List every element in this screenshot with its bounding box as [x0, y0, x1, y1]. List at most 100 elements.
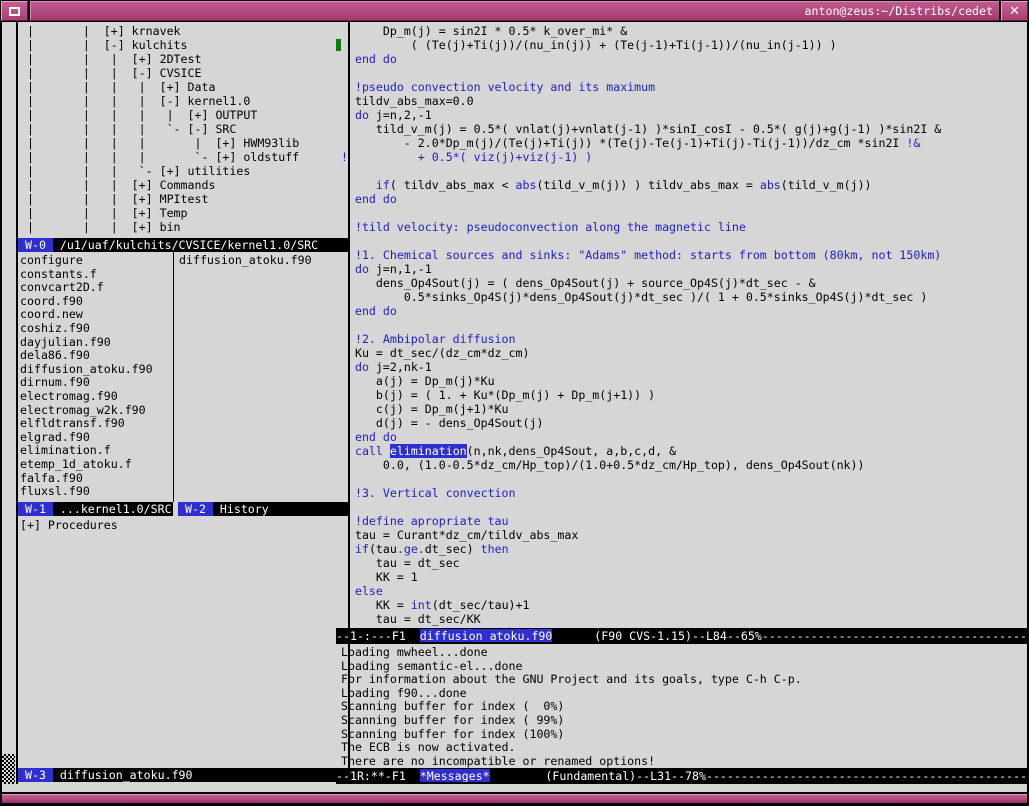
code-line[interactable]: do j=n,1,-1	[341, 262, 1027, 276]
message-line[interactable]: There are no incompatible or renamed opt…	[341, 755, 1027, 768]
source-file-item[interactable]: dela86.f90	[20, 349, 173, 363]
source-file-item[interactable]: coshiz.f90	[20, 322, 173, 336]
code-line[interactable]: tau = dt_sec	[341, 556, 1027, 570]
directory-tree-item[interactable]: | | | [+] Temp	[20, 206, 348, 220]
ecb-directories-label-bar[interactable]: W-0 /u1/uaf/kulchits/CVSICE/kernel1.0/SR…	[18, 238, 348, 252]
ecb-methods-window[interactable]: [+] Procedures	[18, 516, 348, 768]
code-line[interactable]: !2. Ambipolar diffusion	[341, 332, 1027, 346]
code-line[interactable]: Dp_m(j) = sin2I * 0.5* k_over_mi* &	[341, 24, 1027, 38]
code-line[interactable]: dens_Op4Sout(j) = ( dens_Op4Sout(j) + so…	[341, 276, 1027, 290]
history-item[interactable]: diffusion_atoku.f90	[179, 254, 348, 268]
message-line[interactable]: Loading mwheel...done	[341, 646, 1027, 660]
directory-tree-item[interactable]: | | | | `- [+] oldstuff	[20, 150, 348, 164]
ecb-history-label-bar[interactable]: W-2 History	[178, 502, 348, 516]
titlebar[interactable]: anton@zeus:~/Distribs/cedet ✕	[0, 0, 1029, 22]
code-line[interactable]: !pseudo convection velocity and its maxi…	[341, 80, 1027, 94]
source-file-item[interactable]: constants.f	[20, 268, 173, 282]
code-line[interactable]	[341, 472, 1027, 486]
code-line[interactable]: KK = 1	[341, 570, 1027, 584]
code-line[interactable]: c(j) = Dp_m(j+1)*Ku	[341, 402, 1027, 416]
code-line[interactable]	[341, 66, 1027, 80]
code-line[interactable]: Ku = dt_sec/(dz_cm*dz_cm)	[341, 346, 1027, 360]
directory-tree-item[interactable]: | | [+] krnavek	[20, 24, 348, 38]
code-line[interactable]: 0.0, (1.0-0.5*dz_cm/Hp_top)/(1.0+0.5*dz_…	[341, 458, 1027, 472]
code-line[interactable]: 0.5*sinks_Op4S(j)*dens_Op4Sout(j)*dt_sec…	[341, 290, 1027, 304]
code-line[interactable]: !tild velocity: pseudoconvection along t…	[341, 220, 1027, 234]
source-file-item[interactable]: fluxsl.f90	[20, 485, 173, 499]
code-line[interactable]	[341, 234, 1027, 248]
window-menu-button[interactable]	[1, 1, 28, 21]
code-line[interactable]: tild_v_m(j) = 0.5*( vnlat(j)+vnlat(j-1) …	[341, 122, 1027, 136]
code-line[interactable]	[341, 206, 1027, 220]
code-line[interactable]: do j=n,2,-1	[341, 108, 1027, 122]
ecb-history-window[interactable]: diffusion_atoku.f90	[175, 252, 348, 502]
directory-tree-item[interactable]: | | | [+] Commands	[20, 178, 348, 192]
code-line[interactable]: do j=2,nk-1	[341, 360, 1027, 374]
titlebar-drag-area[interactable]: anton@zeus:~/Distribs/cedet	[30, 1, 999, 21]
code-line[interactable]: end do	[341, 430, 1027, 444]
code-line[interactable]: KK = int(dt_sec/tau)+1	[341, 598, 1027, 612]
directory-tree-item[interactable]: | | | | [+] Data	[20, 80, 348, 94]
directory-tree-item[interactable]: | | [-] kulchits	[20, 38, 348, 52]
code-line[interactable]: tau = dt_sec/KK	[341, 612, 1027, 626]
code-line[interactable]	[341, 318, 1027, 332]
source-file-item[interactable]: dayjulian.f90	[20, 336, 173, 350]
code-line[interactable]	[341, 500, 1027, 514]
source-file-item[interactable]: electromag.f90	[20, 390, 173, 404]
code-line[interactable]: end do	[341, 52, 1027, 66]
messages-buffer-window[interactable]: Loading mwheel...doneLoading semantic-el…	[336, 644, 1027, 768]
directory-tree-item[interactable]: | | | [+] bin	[20, 220, 348, 234]
message-line[interactable]: Scanning buffer for index ( 99%)	[341, 714, 1027, 728]
close-button[interactable]: ✕	[1001, 1, 1028, 21]
code-line[interactable]: if(tau.ge.dt_sec) then	[341, 542, 1027, 556]
code-line[interactable]: ( (Te(j)+Ti(j))/(nu_in(j)) + (Te(j-1)+Ti…	[341, 38, 1027, 52]
source-file-item[interactable]: coord.new	[20, 308, 173, 322]
directory-tree-item[interactable]: | | | | [-] kernel1.0	[20, 94, 348, 108]
source-file-item[interactable]: electromag_w2k.f90	[20, 404, 173, 418]
ecb-directories-window[interactable]: | | [+] krnavek | | [-] kulchits | | | […	[18, 22, 348, 238]
code-line[interactable]: end do	[341, 304, 1027, 318]
directory-tree-item[interactable]: | | | | `- [-] SRC	[20, 122, 348, 136]
code-line[interactable]: call elimination(n,nk,dens_Op4Sout, a,b,…	[341, 444, 1027, 458]
directory-tree-item[interactable]: | | | `- [+] utilities	[20, 164, 348, 178]
code-buffer-modeline[interactable]: --1-:---F1 diffusion_atoku.f90 (F90 CVS-…	[336, 628, 1027, 644]
ecb-sources-label-bar[interactable]: W-1 ...kernel1.0/SRC	[18, 502, 173, 516]
message-line[interactable]: Loading semantic-el...done	[341, 660, 1027, 674]
code-line[interactable]: else	[341, 584, 1027, 598]
scrollbar-track[interactable]	[2, 22, 18, 792]
directory-tree-item[interactable]: | | | | | [+] HWM93lib	[20, 136, 348, 150]
code-line[interactable]: !3. Vertical convection	[341, 486, 1027, 500]
directory-tree-item[interactable]: | | | | | [+] OUTPUT	[20, 108, 348, 122]
code-line[interactable]	[341, 164, 1027, 178]
source-file-item[interactable]: coord.f90	[20, 295, 173, 309]
code-line[interactable]: - 2.0*Dp_m(j)/(Te(j)+Ti(j)) *(Te(j)-Te(j…	[341, 136, 1027, 150]
message-line[interactable]: Scanning buffer for index (100%)	[341, 728, 1027, 742]
ecb-sources-window[interactable]: configureconstants.fconvcart2D.fcoord.f9…	[18, 252, 174, 502]
source-file-item[interactable]: etemp_1d_atoku.f	[20, 458, 173, 472]
code-buffer-window[interactable]: Dp_m(j) = sin2I * 0.5* k_over_mi* & ( (T…	[336, 22, 1027, 628]
code-line[interactable]: tildv_abs_max=0.0	[341, 94, 1027, 108]
source-file-item[interactable]: elgrad.f90	[20, 431, 173, 445]
source-file-item[interactable]: falfa.f90	[20, 472, 173, 486]
code-line[interactable]: !1. Chemical sources and sinks: "Adams" …	[341, 248, 1027, 262]
source-file-item[interactable]: convcart2D.f	[20, 281, 173, 295]
code-line[interactable]: !define apropriate tau	[341, 514, 1027, 528]
message-line[interactable]: The ECB is now activated.	[341, 741, 1027, 755]
source-file-item[interactable]: elimination.f	[20, 444, 173, 458]
source-file-item[interactable]: dirnum.f90	[20, 376, 173, 390]
code-line[interactable]: b(j) = ( 1. + Ku*(Dp_m(j) + Dp_m(j+1)) )	[341, 388, 1027, 402]
code-line[interactable]: end do	[341, 192, 1027, 206]
message-line[interactable]: For information about the GNU Project an…	[341, 673, 1027, 687]
ecb-methods-label-bar[interactable]: W-3 diffusion_atoku.f90	[18, 768, 348, 782]
messages-buffer-modeline[interactable]: --1R:**-F1 *Messages* (Fundamental)--L31…	[336, 768, 1027, 784]
echo-area[interactable]	[2, 784, 1027, 792]
directory-tree-item[interactable]: | | | [-] CVSICE	[20, 66, 348, 80]
source-file-item[interactable]: elfldtransf.f90	[20, 417, 173, 431]
procedures-tree-root[interactable]: [+] Procedures	[20, 518, 348, 532]
directory-tree-item[interactable]: | | | [+] 2DTest	[20, 52, 348, 66]
code-line[interactable]: a(j) = Dp_m(j)*Ku	[341, 374, 1027, 388]
source-file-item[interactable]: diffusion_atoku.f90	[20, 363, 173, 377]
directory-tree-item[interactable]: | | | [+] MPItest	[20, 192, 348, 206]
code-line[interactable]: d(j) = - dens_Op4Sout(j)	[341, 416, 1027, 430]
message-line[interactable]: Loading f90...done	[341, 687, 1027, 701]
